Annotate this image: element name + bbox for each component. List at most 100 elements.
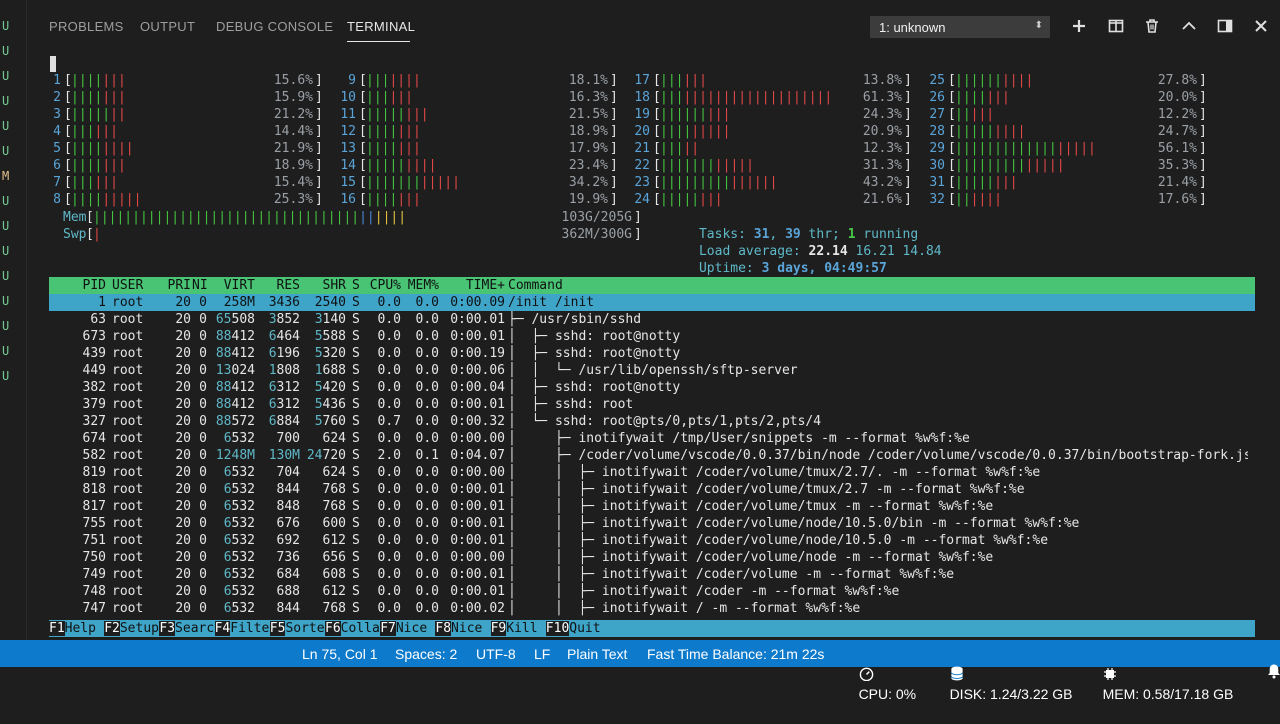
process-row[interactable]: 749 root 20 0 6532 684 608 S 0.0 0.0 0:00.01 │ │ ├─… — [49, 566, 1255, 583]
notification-bell-icon[interactable] — [1250, 643, 1280, 679]
fkey-filter[interactable]: F4Filter — [214, 620, 277, 637]
cell-time: 0:00.01 — [450, 397, 505, 412]
chevron-up-icon[interactable] — [1177, 14, 1201, 38]
process-row[interactable]: 750 root 20 0 6532 736 656 S 0.0 0.0 0:00.00 │ │ ├─… — [49, 549, 1255, 566]
cpu-bar-system: ||| — [699, 192, 723, 207]
time-balance[interactable]: Fast Time Balance: 21m 22s — [647, 644, 824, 664]
col-state[interactable]: S — [352, 277, 362, 294]
disk-status[interactable]: DISK: 1.24/3.22 GB — [934, 644, 1073, 702]
cpu-percent: 27.8% — [1157, 73, 1197, 88]
col-virt[interactable]: VIRT — [209, 277, 255, 294]
col-mem[interactable]: MEM% — [406, 277, 439, 294]
cpu-bar-user: ||||| — [366, 158, 406, 173]
tab-terminal[interactable]: TERMINAL — [347, 19, 415, 34]
fkey-help[interactable]: F1Help — [49, 620, 112, 637]
process-row[interactable]: 439 root 20 0 88412 6196 5320 S 0.0 0.0 0:00.19 │ ├… — [49, 345, 1255, 362]
cell-virt: 88412 — [209, 396, 255, 413]
process-row[interactable]: 751 root 20 0 6532 692 612 S 0.0 0.0 0:00.01 │ │ ├─… — [49, 532, 1255, 549]
encoding[interactable]: UTF-8 — [476, 644, 516, 664]
process-row[interactable]: 818 root 20 0 6532 844 768 S 0.0 0.0 0:00.01 │ │ ├─… — [49, 481, 1255, 498]
cursor-position[interactable]: Ln 75, Col 1 — [302, 644, 378, 664]
process-row[interactable]: 748 root 20 0 6532 688 612 S 0.0 0.0 0:00.01 │ │ ├─… — [49, 583, 1255, 600]
cell-ni: 0 — [199, 533, 207, 548]
cell-command: │ │ ├─ inotifywait /coder/volume/tmux -m… — [508, 498, 1248, 515]
col-ni[interactable]: NI — [192, 277, 208, 294]
cell-s: S — [352, 516, 360, 531]
fkey-quit[interactable]: F10Quit — [545, 620, 601, 637]
process-row[interactable]: 379 root 20 0 88412 6312 5436 S 0.0 0.0 0:00.01 │ ├… — [49, 396, 1255, 413]
fkey-nice[interactable]: F7Nice - — [380, 620, 443, 637]
trash-icon[interactable] — [1140, 14, 1164, 38]
col-pid[interactable]: PID — [49, 277, 106, 294]
close-icon[interactable] — [1249, 14, 1273, 38]
col-cpu[interactable]: CPU% — [367, 277, 401, 294]
cpu-percent: 21.2% — [273, 107, 313, 122]
fkey-kill[interactable]: F9Kill — [490, 620, 554, 637]
cell-mem: 0.0 — [415, 601, 439, 616]
cpu-meter: 17[|||||| 13.8%] — [628, 72, 918, 89]
maximize-icon[interactable] — [1213, 14, 1237, 38]
process-row[interactable]: 63 root 20 0 65508 3852 3140 S 0.0 0.0 0:00.01 ├─ /… — [49, 311, 1255, 328]
cpu-bar-system: ||||| — [420, 175, 460, 190]
tab-output[interactable]: OUTPUT — [140, 19, 195, 34]
fkey-nice[interactable]: F8Nice + — [435, 620, 498, 637]
col-time[interactable]: TIME+ — [441, 277, 505, 294]
memory-status[interactable]: MEM: 0.58/17.18 GB — [1087, 644, 1233, 702]
cpu-meter: 6[||||||| 18.9%] — [39, 157, 329, 174]
cpu-bar-user: ||||||||||||| — [955, 141, 1057, 156]
language-mode[interactable]: Plain Text — [567, 644, 627, 664]
bracket: ] — [1199, 90, 1207, 105]
cell-ni: 0 — [199, 550, 207, 565]
cpu-number: 16 — [340, 192, 356, 207]
col-pri[interactable]: PRI — [161, 277, 191, 294]
process-row[interactable]: 747 root 20 0 6532 844 768 S 0.0 0.0 0:00.02 │ │ ├─… — [49, 600, 1255, 617]
process-row[interactable]: 582 root 20 0 1248M 130M 24720 S 2.0 0.1 0:04.07 │ … — [49, 447, 1255, 464]
process-table-header[interactable]: PID USER PRI NI VIRT RES SHR S CPU% MEM%… — [49, 277, 1255, 294]
scm-status-marker: U — [2, 294, 10, 308]
bracket: ] — [1199, 141, 1207, 156]
col-user[interactable]: USER — [112, 277, 152, 294]
fkey-search[interactable]: F3Search — [159, 620, 222, 637]
cell-command: │ │ ├─ inotifywait /coder/volume/node/10… — [508, 515, 1248, 532]
tab-problems[interactable]: PROBLEMS — [49, 19, 124, 34]
cell-res: 848 — [276, 499, 300, 514]
cpu-bar-user: ||||||||| — [660, 175, 731, 190]
cpu-status[interactable]: CPU: 0% — [843, 644, 916, 702]
process-row[interactable]: 674 root 20 0 6532 700 624 S 0.0 0.0 0:00.00 │ ├─ i… — [49, 430, 1255, 447]
process-row[interactable]: 819 root 20 0 6532 704 624 S 0.0 0.0 0:00.00 │ │ ├─… — [49, 464, 1255, 481]
command-text: sshd: root@notty — [554, 380, 681, 395]
process-row[interactable]: 817 root 20 0 6532 848 768 S 0.0 0.0 0:00.01 │ │ ├─… — [49, 498, 1255, 515]
process-row[interactable]: 673 root 20 0 88412 6464 5588 S 0.0 0.0 0:00.01 │ ├… — [49, 328, 1255, 345]
process-row[interactable]: 327 root 20 0 88572 6884 5760 S 0.7 0.0 0:00.32 │ └… — [49, 413, 1255, 430]
fkey-collap[interactable]: F6Collap — [325, 620, 388, 637]
col-command[interactable]: Command — [508, 277, 1248, 294]
process-row[interactable]: 449 root 20 0 13024 1808 1688 S 0.0 0.0 0:00.06 │ │… — [49, 362, 1255, 379]
cpu-bar: |||||||| — [366, 106, 429, 123]
col-res[interactable]: RES — [259, 277, 300, 294]
cpu-meter: 8[||||||||| 25.3%] — [39, 191, 329, 208]
scm-status-marker: U — [2, 369, 10, 383]
mem-meter-bar: |||||||||||||||||||||||||||||||||||||||| — [93, 209, 406, 226]
terminal-instance-select[interactable]: 1: unknown ⬍ — [870, 16, 1050, 38]
plus-icon[interactable] — [1067, 14, 1091, 38]
cell-shr: 3140 — [304, 311, 346, 328]
process-row[interactable]: 382 root 20 0 88412 6312 5420 S 0.0 0.0 0:00.04 │ ├… — [49, 379, 1255, 396]
fkey-sorted[interactable]: F5Sorted — [269, 620, 332, 637]
cpu-bar-system: || — [683, 141, 700, 156]
cpu-meter: 14[||||||||| 23.4%] — [334, 157, 624, 174]
bracket: ] — [610, 175, 618, 190]
line-ending[interactable]: LF — [534, 644, 550, 664]
cpu-percent: 25.3% — [273, 192, 313, 207]
cpu-bar-user: || — [955, 192, 971, 207]
indentation[interactable]: Spaces: 2 — [395, 644, 457, 664]
col-shr[interactable]: SHR — [304, 277, 346, 294]
cpu-bar-user: ||| — [660, 90, 684, 105]
cell-virt: 6532 — [209, 498, 255, 515]
tab-debug-console[interactable]: DEBUG CONSOLE — [216, 19, 333, 34]
cell-ni: 0 — [199, 363, 207, 378]
cpu-bar-system: |||| — [405, 158, 437, 173]
process-row[interactable]: 755 root 20 0 6532 676 600 S 0.0 0.0 0:00.01 │ │ ├─… — [49, 515, 1255, 532]
process-row[interactable]: 1 root 20 0 258M 3436 2540 S 0.0 0.0 0:00.09/init … — [49, 294, 1255, 311]
fkey-setup[interactable]: F2Setup — [104, 620, 167, 637]
split-icon[interactable] — [1104, 14, 1128, 38]
